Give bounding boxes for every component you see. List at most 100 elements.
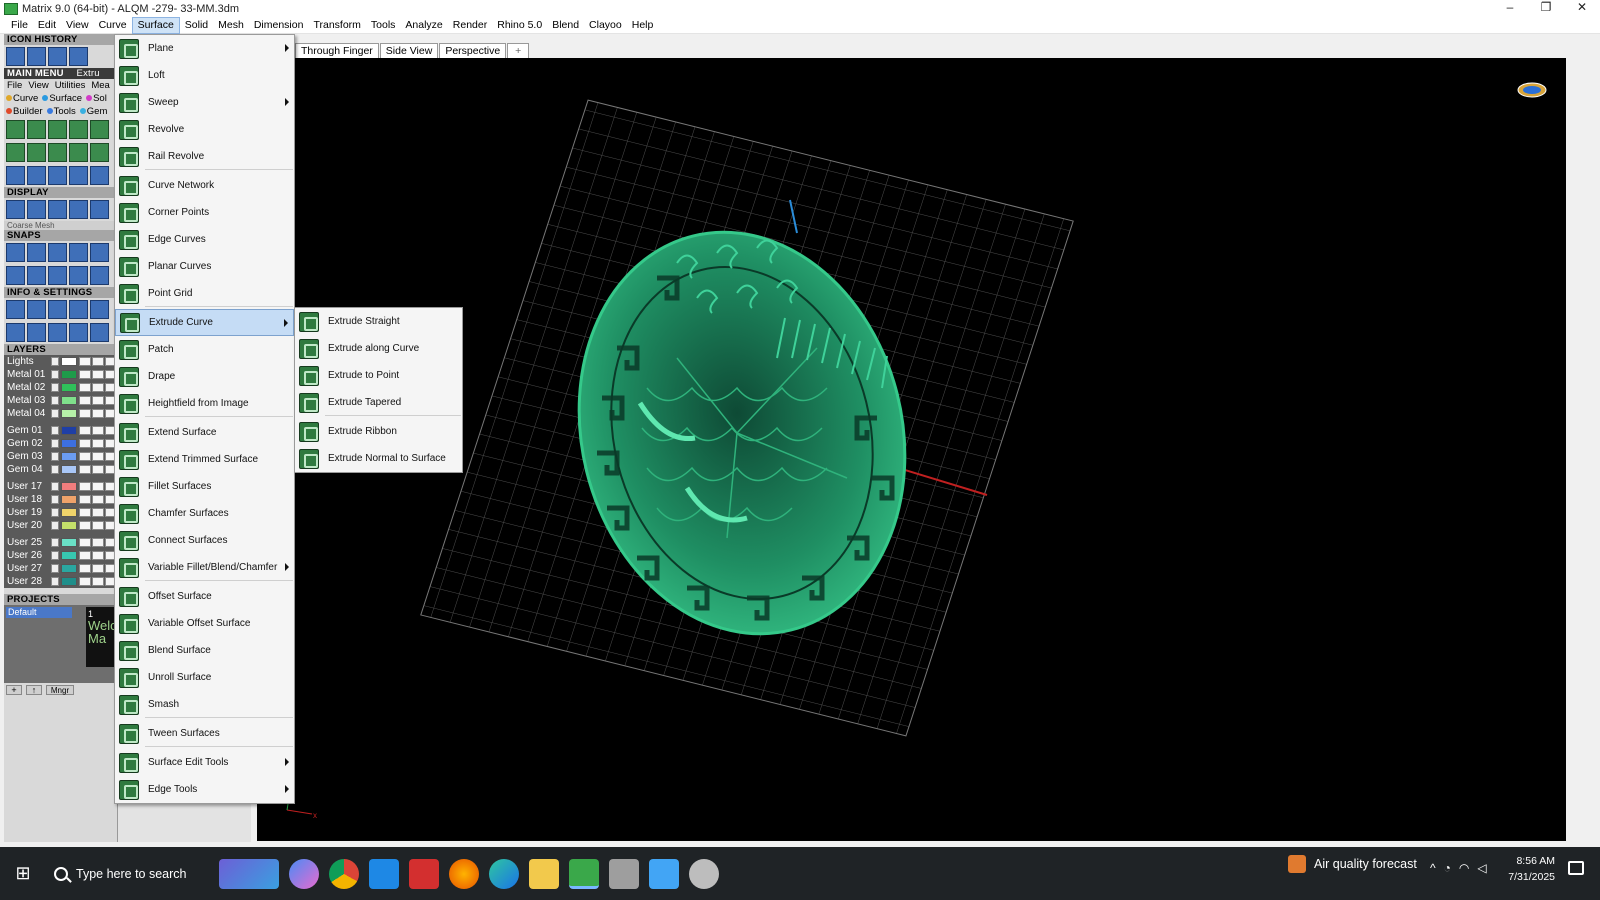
surface-tool-icon[interactable] [69,143,88,162]
volume-icon[interactable]: ◁ [1477,861,1486,875]
zoom-icon[interactable] [27,300,46,319]
snap-icon[interactable] [48,243,67,262]
surface-tool-icon[interactable] [6,143,25,162]
tab-solid[interactable]: Sol [86,93,107,104]
layer-expand-icon[interactable] [51,521,59,530]
chrome-icon[interactable] [329,858,359,889]
menu-analyze[interactable]: Analyze [400,17,447,34]
tab-surface[interactable]: Surface [42,93,82,104]
layer-row[interactable]: Gem 02 [4,437,117,450]
menu-blend[interactable]: Blend [547,17,584,34]
layer-row[interactable]: Lights [4,355,117,368]
layer-color-swatch[interactable] [61,564,77,573]
restore-button[interactable]: ❐ [1528,0,1564,17]
layer-expand-icon[interactable] [51,370,59,379]
layer-row[interactable]: User 19 [4,506,117,519]
shaded-icon[interactable] [27,200,46,219]
lock-icon[interactable] [79,357,91,366]
layer-expand-icon[interactable] [51,357,59,366]
surface-tool-icon[interactable] [6,120,25,139]
layer-expand-icon[interactable] [51,495,59,504]
mm-file[interactable]: File [7,80,22,91]
menu-item-unroll-surface[interactable]: Unroll Surface [115,664,294,691]
edge-icon[interactable] [489,858,519,889]
visibility-icon[interactable] [92,564,104,573]
menu-help[interactable]: Help [627,17,659,34]
menu-item-drape[interactable]: Drape [115,363,294,390]
info-icon[interactable] [48,323,67,342]
add-project-icon[interactable]: + [6,685,22,695]
snap-icon[interactable] [69,266,88,285]
layer-expand-icon[interactable] [51,482,59,491]
app-tools-icon[interactable] [609,858,639,889]
close-button[interactable]: ✕ [1564,0,1600,17]
layer-color-swatch[interactable] [61,495,77,504]
cursor-icon[interactable] [48,47,67,66]
sphere-icon[interactable] [69,200,88,219]
info-icon[interactable] [6,323,25,342]
notification-icon[interactable] [1568,861,1584,875]
news-widget-icon[interactable] [219,858,279,889]
filter-icon[interactable] [90,323,109,342]
mm-utilities[interactable]: Utilities [55,80,86,91]
grid-icon[interactable] [6,47,25,66]
tab-perspective[interactable]: Perspective [439,43,507,58]
layer-color-swatch[interactable] [61,521,77,530]
tab-through-finger[interactable]: Through Finger [295,43,379,58]
up-arrow-icon[interactable]: ↑ [26,685,42,695]
snap-icon[interactable] [27,266,46,285]
lock-icon[interactable] [79,370,91,379]
visibility-icon[interactable] [92,396,104,405]
transform-tool-icon[interactable] [69,166,88,185]
mgr-button[interactable]: Mngr [46,685,74,695]
clock[interactable]: 8:56 AM 7/31/2025 [1505,853,1555,885]
menu-tools[interactable]: Tools [366,17,401,34]
menu-item-extrude-curve[interactable]: Extrude Curve [115,309,294,336]
layer-expand-icon[interactable] [51,383,59,392]
lock-icon[interactable] [79,495,91,504]
transform-tool-icon[interactable] [48,166,67,185]
lock-icon[interactable] [79,396,91,405]
lock-icon[interactable] [79,452,91,461]
wireframe-icon[interactable] [6,200,25,219]
lock-icon[interactable] [79,439,91,448]
app-red-icon[interactable] [409,858,439,889]
matrix-app-icon[interactable] [569,858,599,889]
visibility-icon[interactable] [92,439,104,448]
app-image-icon[interactable] [649,858,679,889]
layer-color-swatch[interactable] [61,439,77,448]
network-icon[interactable]: ◔ [1444,861,1451,875]
visibility-icon[interactable] [92,538,104,547]
submenu-item-extrude-to-point[interactable]: Extrude to Point [295,362,462,389]
visibility-icon[interactable] [92,383,104,392]
menu-item-connect-surfaces[interactable]: Connect Surfaces [115,527,294,554]
layer-expand-icon[interactable] [51,439,59,448]
snap-icon[interactable] [48,266,67,285]
menu-solid[interactable]: Solid [180,17,213,34]
menu-item-smash[interactable]: Smash [115,691,294,718]
visibility-icon[interactable] [92,551,104,560]
layer-color-swatch[interactable] [61,538,77,547]
surface-tool-icon[interactable] [27,120,46,139]
layer-row[interactable]: User 28 [4,575,117,588]
tab-curve[interactable]: Curve [6,93,38,104]
info-icon[interactable] [69,300,88,319]
layer-color-swatch[interactable] [61,409,77,418]
menu-view[interactable]: View [61,17,94,34]
layer-color-swatch[interactable] [61,551,77,560]
menu-dimension[interactable]: Dimension [249,17,309,34]
menu-render[interactable]: Render [448,17,492,34]
menu-item-corner-points[interactable]: Corner Points [115,199,294,226]
layer-color-swatch[interactable] [61,465,77,474]
visibility-icon[interactable] [92,465,104,474]
lock-icon[interactable] [79,551,91,560]
menu-item-sweep[interactable]: Sweep [115,89,294,116]
info-icon[interactable] [90,300,109,319]
layer-row[interactable]: Gem 04 [4,463,117,476]
visibility-icon[interactable] [92,426,104,435]
app-blue-icon[interactable] [369,858,399,889]
menu-item-extend-trimmed-surface[interactable]: Extend Trimmed Surface [115,446,294,473]
menu-item-point-grid[interactable]: Point Grid [115,280,294,307]
menu-item-chamfer-surfaces[interactable]: Chamfer Surfaces [115,500,294,527]
layer-row[interactable]: Metal 01 [4,368,117,381]
